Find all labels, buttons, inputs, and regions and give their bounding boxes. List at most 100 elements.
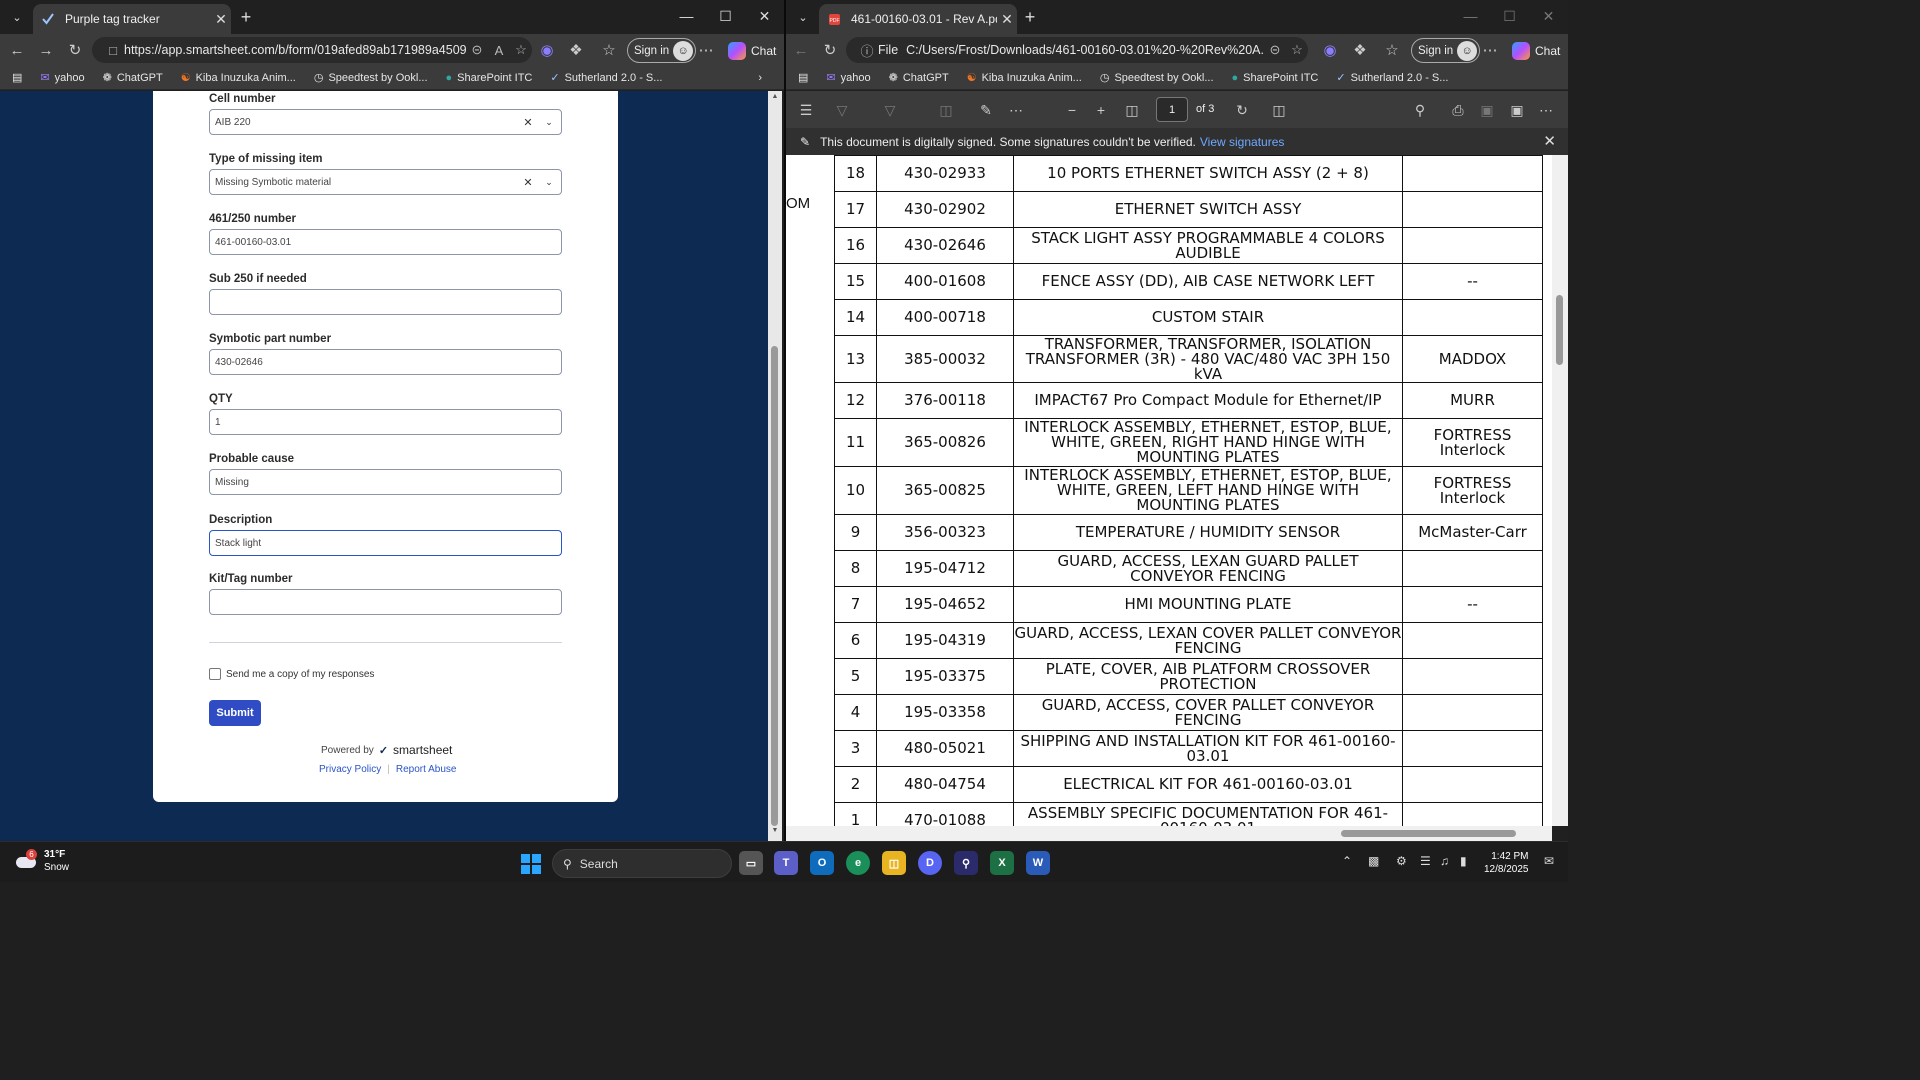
tab-actions-icon[interactable]: ⌄ (6, 6, 28, 28)
sub-250-input[interactable] (209, 289, 562, 315)
description-input[interactable]: Stack light (209, 530, 562, 556)
wifi-icon[interactable]: ☰ (1420, 854, 1431, 868)
close-window-icon[interactable]: ✕ (1529, 0, 1568, 32)
two-page-view-icon[interactable]: ◫ (1267, 99, 1291, 121)
save-as-icon[interactable]: ▣ (1505, 99, 1529, 121)
print-icon[interactable]: ⎙ (1446, 99, 1470, 121)
close-notification-icon[interactable]: ✕ (1543, 132, 1556, 150)
missing-type-select[interactable]: Missing Symbotic material ✕ ⌄ (209, 169, 562, 195)
fit-page-icon[interactable]: ◫ (1120, 99, 1144, 121)
clear-icon[interactable]: ✕ (519, 116, 537, 129)
tray-chevron-up-icon[interactable]: ⌃ (1342, 854, 1352, 868)
maximize-icon[interactable]: ☐ (706, 0, 745, 32)
bookmark-sharepoint[interactable]: ● SharePoint ITC (1232, 72, 1319, 84)
more-tools-icon[interactable]: ⋯ (1004, 99, 1028, 121)
copilot-chat-button[interactable]: Chat (1512, 38, 1560, 63)
new-tab-icon[interactable]: + (234, 6, 258, 28)
scroll-down-icon[interactable]: ▼ (768, 827, 782, 839)
contents-list-icon[interactable]: ☰ (794, 99, 818, 121)
tab-pdf-document[interactable]: PDF 461-00160-03.01 - Rev A.pdf ✕ (819, 4, 1017, 34)
outlook-icon[interactable]: O (810, 851, 834, 875)
refresh-icon[interactable]: ↻ (63, 39, 87, 61)
edge-icon[interactable]: e (846, 851, 870, 875)
bookmark-sharepoint[interactable]: ● SharePoint ITC (446, 72, 533, 84)
volume-icon[interactable]: ♫ (1440, 854, 1449, 868)
minimize-icon[interactable]: — (667, 0, 706, 32)
save-icon[interactable]: ▣ (1475, 99, 1499, 121)
extension-icon[interactable]: ◉ (535, 39, 559, 61)
bookmark-yahoo[interactable]: ✉ yahoo (826, 71, 870, 85)
bookmarks-toggle-icon[interactable]: ▤ (798, 71, 808, 84)
word-icon[interactable]: W (1026, 851, 1050, 875)
bookmark-sutherland[interactable]: ✓ Sutherland 2.0 - S... (1336, 71, 1448, 85)
lock-icon[interactable]: □ (102, 43, 124, 58)
more-menu-icon[interactable]: ⋯ (694, 39, 718, 61)
bookmark-chatgpt[interactable]: ❁ ChatGPT (103, 71, 163, 85)
taskbar-clock[interactable]: 1:42 PM 12/8/2025 (1484, 850, 1529, 876)
favorite-star-icon[interactable]: ☆ (1286, 42, 1308, 58)
bookmark-speedtest[interactable]: ◷ Speedtest by Ookl... (314, 71, 428, 85)
excel-icon[interactable]: X (990, 851, 1014, 875)
info-icon[interactable]: ⓘ (856, 41, 878, 60)
file-explorer-icon[interactable]: ◫ (882, 851, 906, 875)
qty-input[interactable]: 1 (209, 409, 562, 435)
sign-in-button[interactable]: Sign in ☺ (1411, 38, 1481, 63)
minimize-icon[interactable]: — (1451, 0, 1490, 32)
back-icon[interactable]: ← (789, 39, 813, 61)
pdf-vertical-scrollbar[interactable] (1552, 155, 1568, 826)
copilot-chat-button[interactable]: Chat (728, 38, 776, 63)
clear-icon[interactable]: ✕ (519, 176, 537, 189)
sign-in-button[interactable]: Sign in ☺ (627, 38, 697, 63)
refresh-icon[interactable]: ↻ (818, 39, 842, 61)
461-number-input[interactable]: 461-00160-03.01 (209, 229, 562, 255)
zoom-out-icon[interactable]: − (1060, 99, 1084, 121)
probable-cause-input[interactable]: Missing (209, 469, 562, 495)
microphone-icon[interactable]: ⚙ (1396, 854, 1407, 868)
fill-sign-icon[interactable]: ✎ (974, 99, 998, 121)
tab-actions-icon[interactable]: ⌄ (792, 6, 814, 28)
close-tab-icon[interactable]: ✕ (997, 11, 1017, 28)
bookmarks-toggle-icon[interactable]: ▤ (12, 71, 22, 84)
taskbar-search[interactable]: ⚲ Search (552, 849, 732, 878)
extension-icon[interactable]: ◉ (1318, 39, 1342, 61)
notifications-icon[interactable]: ✉ (1544, 854, 1554, 868)
part-number-input[interactable]: 430-02646 (209, 349, 562, 375)
maximize-icon[interactable]: ☐ (1490, 0, 1529, 32)
submit-button[interactable]: Submit (209, 700, 261, 726)
zoom-icon[interactable]: ⊝ (1264, 42, 1286, 58)
task-view-icon[interactable]: ▭ (739, 851, 763, 875)
more-menu-icon[interactable]: ⋯ (1478, 39, 1502, 61)
read-aloud-icon[interactable]: A (488, 43, 510, 58)
kit-tag-input[interactable] (209, 589, 562, 615)
bookmark-speedtest[interactable]: ◷ Speedtest by Ookl... (1100, 71, 1214, 85)
tray-app-icon[interactable]: ▩ (1368, 854, 1379, 868)
page-scrollbar[interactable]: ▲ ▼ (768, 91, 782, 841)
zoom-in-icon[interactable]: + (1089, 99, 1113, 121)
address-bar[interactable]: □ https://app.smartsheet.com/b/form/019a… (92, 37, 532, 63)
checkbox-box[interactable] (209, 668, 221, 680)
scroll-up-icon[interactable]: ▲ (768, 93, 782, 105)
favorites-icon[interactable]: ☆ (1380, 39, 1404, 61)
chevron-down-icon[interactable]: ⌄ (537, 117, 561, 128)
report-abuse-link[interactable]: Report Abuse (396, 764, 457, 775)
favorite-star-icon[interactable]: ☆ (510, 42, 532, 58)
extensions-puzzle-icon[interactable]: ❖ (1348, 39, 1372, 61)
close-tab-icon[interactable]: ✕ (211, 11, 231, 28)
pdf-horizontal-scrollbar[interactable] (786, 826, 1552, 841)
scrollbar-thumb[interactable] (1556, 295, 1563, 365)
forward-icon[interactable]: → (34, 39, 58, 61)
start-windows-icon[interactable] (521, 854, 541, 874)
bookmark-sutherland[interactable]: ✓ Sutherland 2.0 - S... (550, 71, 662, 85)
close-window-icon[interactable]: ✕ (745, 0, 784, 32)
chevron-right-icon[interactable]: › (758, 72, 762, 84)
scrollbar-thumb[interactable] (771, 346, 778, 826)
extensions-puzzle-icon[interactable]: ❖ (564, 39, 588, 61)
bookmark-kiba[interactable]: ☯ Kiba Inuzuka Anim... (967, 71, 1082, 85)
teams-icon[interactable]: T (774, 851, 798, 875)
tab-purple-tag-tracker[interactable]: Purple tag tracker ✕ (33, 4, 231, 34)
pdf-search-icon[interactable]: ⚲ (1408, 99, 1432, 121)
favorites-icon[interactable]: ☆ (597, 39, 621, 61)
send-copy-checkbox[interactable]: Send me a copy of my responses (209, 668, 374, 680)
scrollbar-thumb[interactable] (1341, 830, 1516, 837)
page-number-input[interactable]: 1 (1156, 97, 1188, 122)
